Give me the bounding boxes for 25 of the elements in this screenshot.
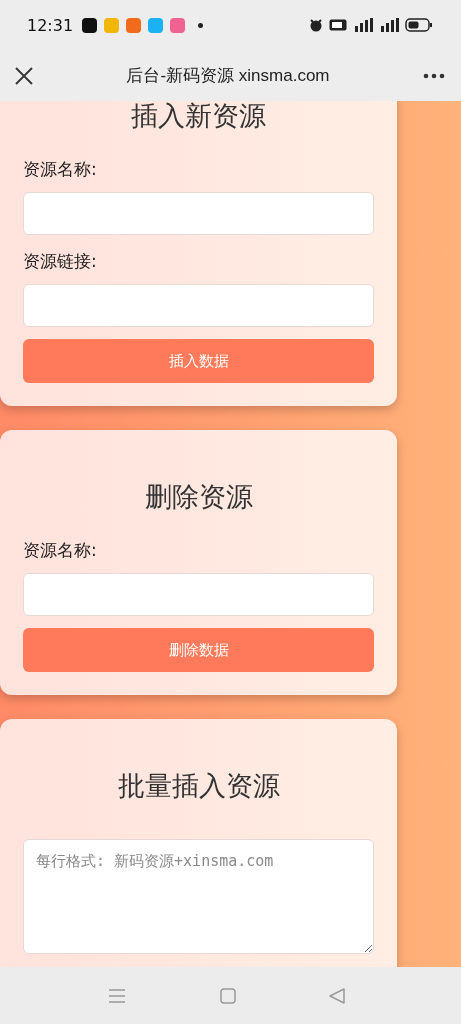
home-icon[interactable] bbox=[219, 987, 236, 1004]
back-icon[interactable] bbox=[329, 987, 345, 1004]
close-icon[interactable] bbox=[15, 66, 33, 85]
text-area[interactable]: 每行格式: 新码资源+xinsma.com bbox=[23, 839, 374, 954]
battery-icon bbox=[405, 18, 433, 32]
field-label: 资源名称: bbox=[23, 540, 98, 560]
section-title: 批量插入资源 bbox=[116, 769, 281, 803]
menu-icon[interactable] bbox=[108, 987, 126, 1004]
field-label: 资源名称: bbox=[23, 159, 98, 179]
input-field[interactable] bbox=[23, 192, 374, 235]
submit-button[interactable]: 插入数据 bbox=[23, 339, 374, 383]
input-field[interactable] bbox=[23, 284, 374, 327]
field-label: 资源链接: bbox=[23, 251, 98, 271]
hd-icon bbox=[329, 19, 347, 31]
input-field[interactable] bbox=[23, 573, 374, 616]
alarm-icon bbox=[309, 18, 323, 32]
page-title: 后台-新码资源 xinsma.com bbox=[125, 65, 331, 87]
signal-icon bbox=[379, 18, 399, 32]
submit-button[interactable]: 删除数据 bbox=[23, 628, 374, 672]
notification-dot-icon bbox=[198, 22, 204, 28]
section-title: 插入新资源 bbox=[130, 101, 267, 133]
clock-time: 12:31 bbox=[27, 15, 74, 35]
section-title: 删除资源 bbox=[143, 480, 254, 514]
more-icon[interactable] bbox=[423, 72, 445, 79]
signal-icon bbox=[353, 18, 373, 32]
